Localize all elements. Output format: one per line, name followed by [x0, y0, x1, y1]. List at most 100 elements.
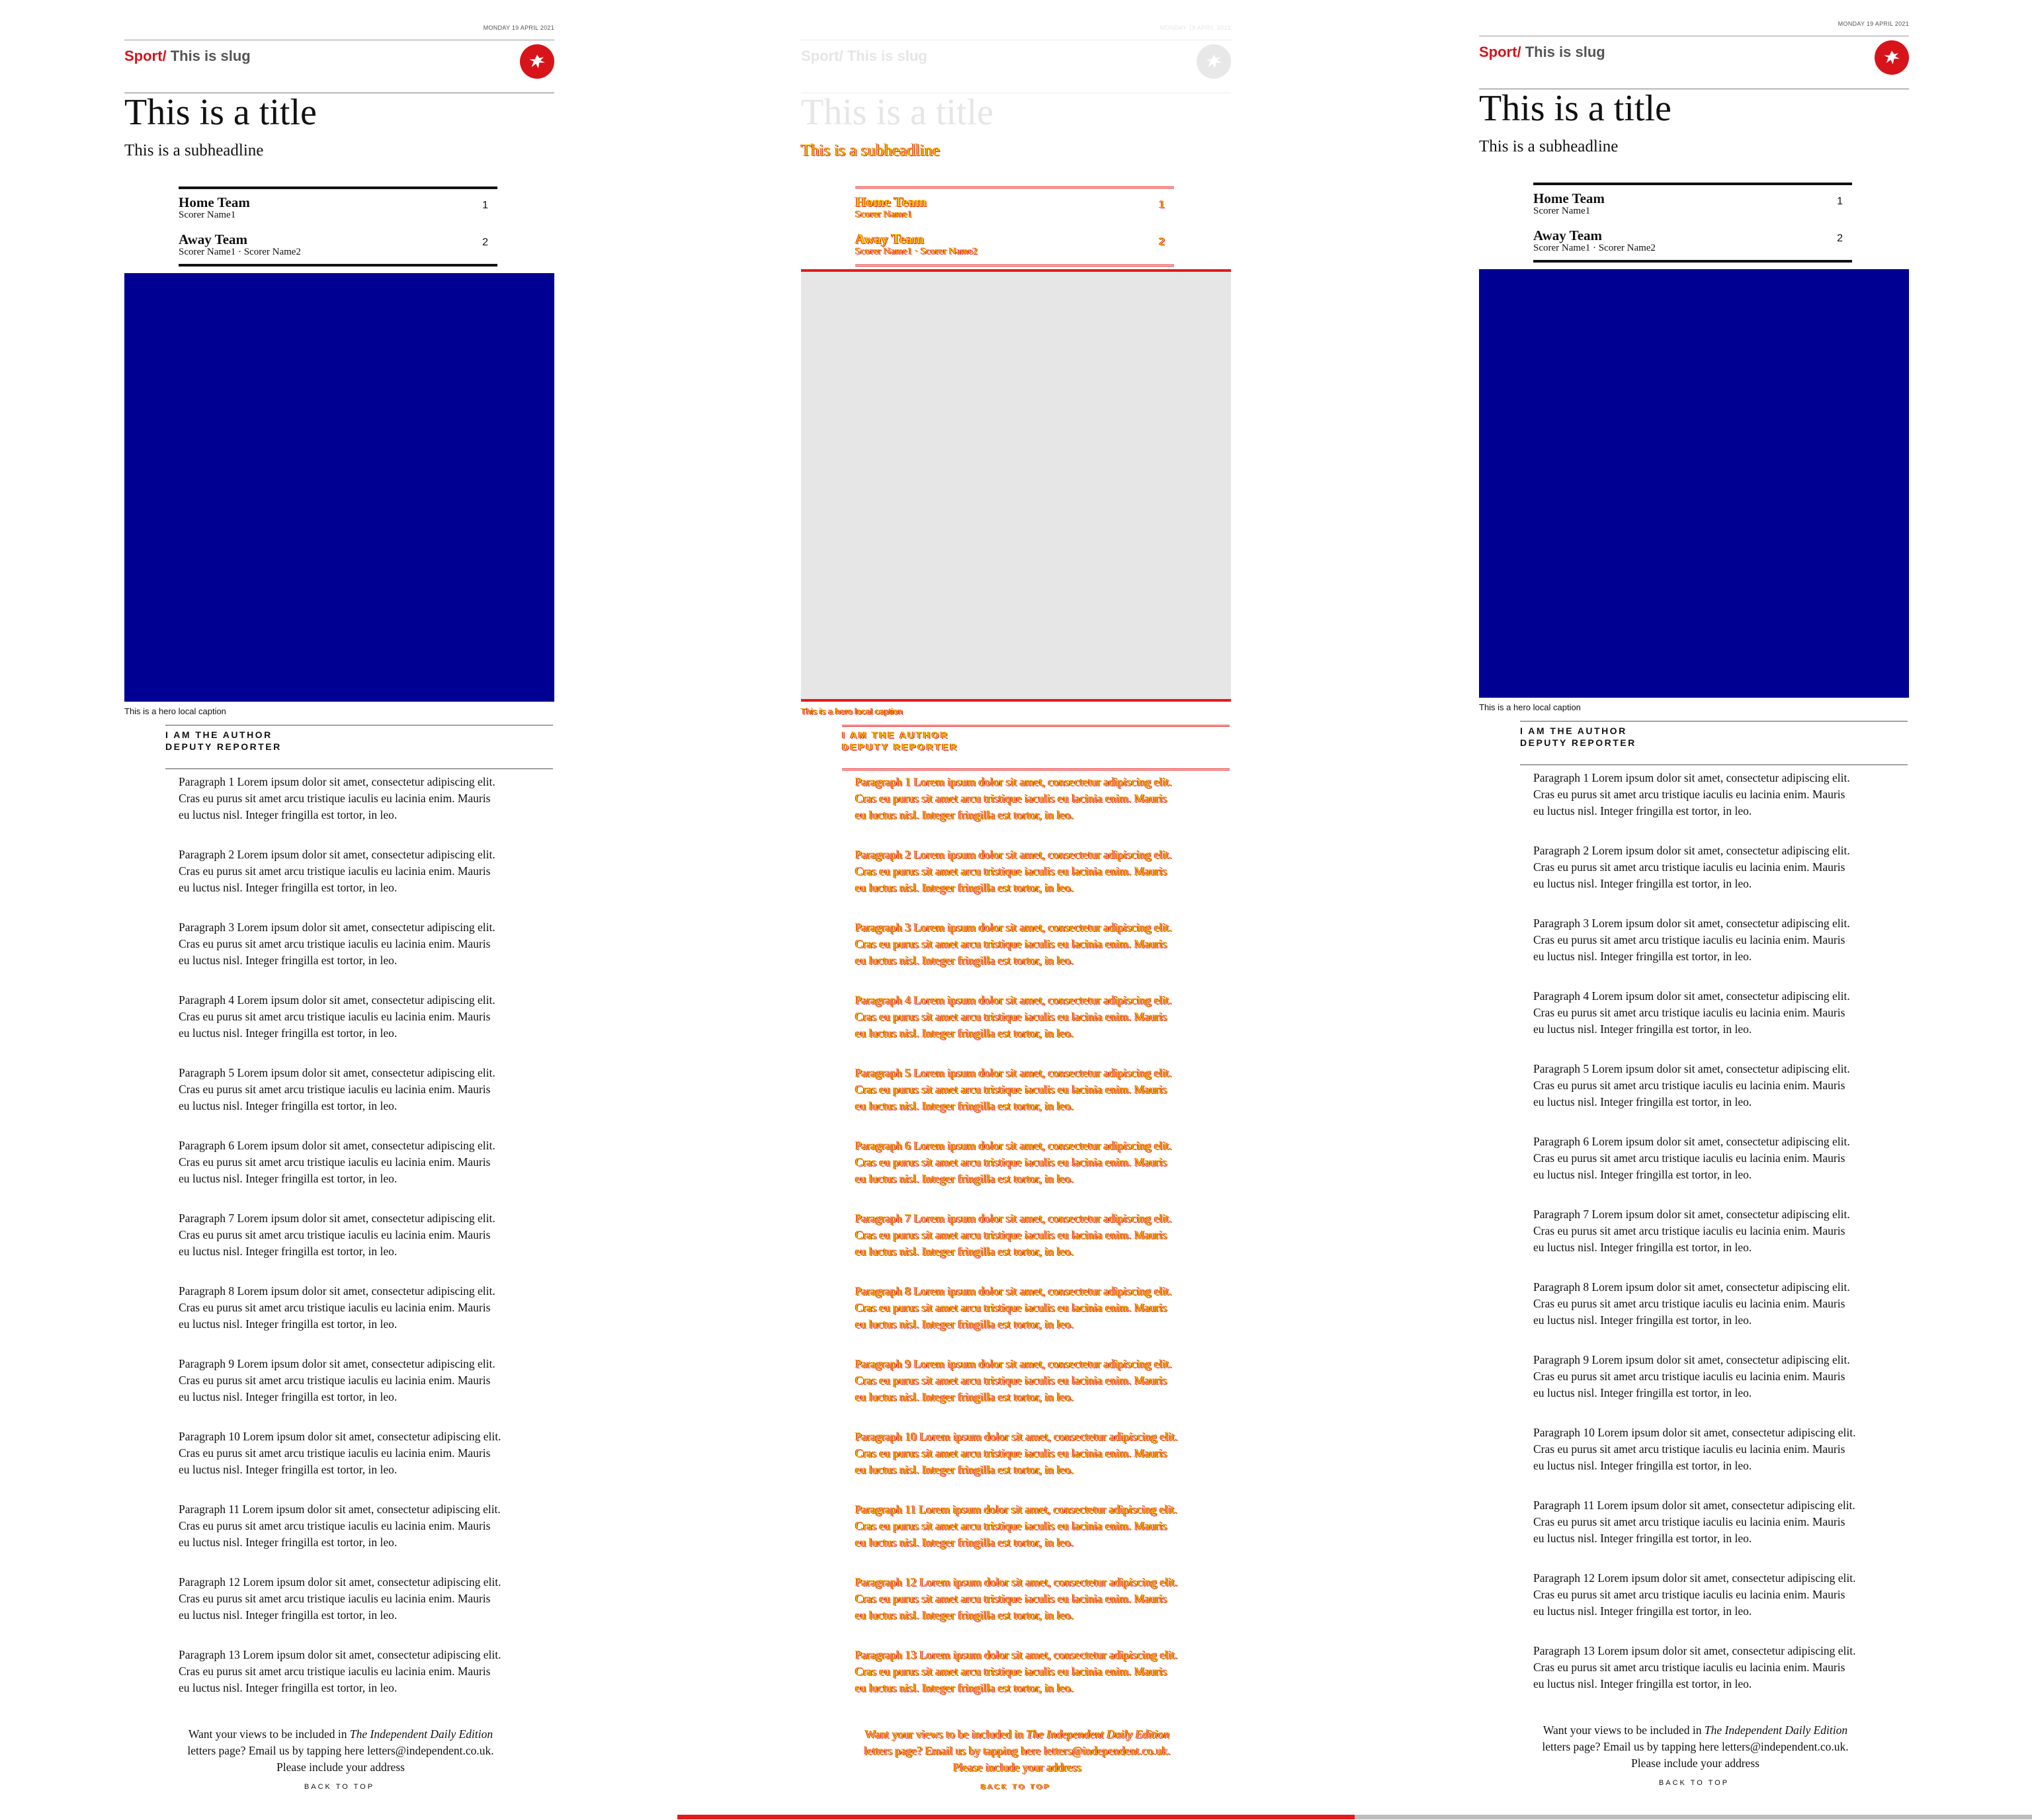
- home-team-name: Home Team: [855, 194, 927, 210]
- subheadline: This is a subheadline: [1479, 138, 1619, 155]
- author-name: I AM THE AUTHOR: [842, 729, 949, 740]
- eagle-logo-icon[interactable]: [1875, 40, 1909, 75]
- letters-promo: Want your views to be included in The In…: [179, 1726, 503, 1776]
- body-paragraph: Paragraph 6 Lorem ipsum dolor sit amet, …: [179, 1139, 495, 1185]
- hero-caption: This is a hero local caption: [801, 706, 903, 716]
- body-paragraph: Paragraph 5 Lorem ipsum dolor sit amet, …: [1533, 1062, 1850, 1108]
- body-paragraph: Paragraph 4 Lorem ipsum dolor sit amet, …: [1533, 989, 1850, 1036]
- page-title: This is a title: [1479, 88, 1672, 129]
- author-divider-top: [1520, 721, 1908, 722]
- progress-bar-track: [1355, 1815, 2032, 1819]
- home-team-row: Home Team Scorer Name1 1: [855, 194, 1174, 220]
- body-paragraph: Paragraph 5 Lorem ipsum dolor sit amet, …: [179, 1066, 495, 1112]
- article-panel-overlay: MONDAY 19 APRIL 2021 Sport/ This is slug…: [801, 0, 1231, 1820]
- away-team-score: 2: [1837, 233, 1843, 244]
- subheadline: This is a subheadline: [124, 142, 264, 159]
- home-team-row: Home Team Scorer Name1 1: [179, 194, 497, 221]
- hero-image[interactable]: [124, 273, 554, 702]
- home-team-score: 1: [482, 200, 488, 211]
- body-paragraph: Paragraph 2 Lorem ipsum dolor sit amet, …: [179, 848, 495, 894]
- page-title: This is a title: [801, 92, 994, 133]
- home-team-score: 1: [1159, 199, 1165, 210]
- scoreboard: Home Team Scorer Name1 1 Away Team Score…: [855, 186, 1174, 267]
- body-paragraph: Paragraph 1 Lorem ipsum dolor sit amet, …: [179, 775, 495, 821]
- article-panel-rendered: MONDAY 19 APRIL 2021 Sport/ This is slug…: [1479, 0, 1909, 1816]
- breadcrumb[interactable]: Sport/ This is slug: [801, 48, 927, 65]
- slug-section[interactable]: Sport: [1479, 44, 1517, 60]
- home-team-scorers: Scorer Name1: [855, 209, 913, 220]
- author-divider-bottom: [842, 768, 1230, 770]
- back-to-top-button[interactable]: BACK TO TOP: [1479, 1779, 1909, 1787]
- slug-section[interactable]: Sport: [124, 48, 162, 64]
- scoreboard: Home Team Scorer Name1 1 Away Team Score…: [1533, 183, 1852, 263]
- body-paragraph: Paragraph 11 Lorem ipsum dolor sit amet,…: [855, 1503, 1177, 1549]
- body-paragraph: Paragraph 13 Lorem ipsum dolor sit amet,…: [179, 1648, 501, 1694]
- author-block: I AM THE AUTHOR DEPUTY REPORTER: [842, 729, 958, 753]
- away-team-row: Away Team Scorer Name1 · Scorer Name2 2: [1533, 227, 1852, 254]
- body-paragraph: Paragraph 3 Lorem ipsum dolor sit amet, …: [855, 921, 1172, 967]
- body-paragraph: Paragraph 4 Lorem ipsum dolor sit amet, …: [179, 993, 495, 1040]
- back-to-top-button[interactable]: BACK TO TOP: [801, 1783, 1231, 1791]
- body-paragraph: Paragraph 10 Lorem ipsum dolor sit amet,…: [179, 1430, 501, 1476]
- body-paragraph: Paragraph 2 Lorem ipsum dolor sit amet, …: [1533, 844, 1850, 890]
- body-paragraph: Paragraph 10 Lorem ipsum dolor sit amet,…: [855, 1430, 1178, 1476]
- body-paragraph: Paragraph 11 Lorem ipsum dolor sit amet,…: [179, 1503, 501, 1549]
- author-block: I AM THE AUTHOR DEPUTY REPORTER: [165, 729, 282, 753]
- letters-email-link[interactable]: letters page? Email us by tapping here l…: [1542, 1740, 1848, 1770]
- author-divider-top: [842, 725, 1230, 727]
- hero-caption: This is a hero local caption: [124, 706, 226, 716]
- letters-publication: The Independent Daily Edition: [349, 1727, 493, 1741]
- author-divider-bottom: [165, 768, 553, 769]
- body-paragraph: Paragraph 10 Lorem ipsum dolor sit amet,…: [1533, 1426, 1856, 1472]
- body-paragraph: Paragraph 12 Lorem ipsum dolor sit amet,…: [1533, 1571, 1856, 1618]
- letters-text-before: Want your views to be included in: [1543, 1723, 1705, 1737]
- slug-section[interactable]: Sport: [801, 48, 839, 64]
- home-team-name: Home Team: [179, 194, 250, 210]
- eagle-icon: [1206, 54, 1222, 69]
- away-team-row: Away Team Scorer Name1 · Scorer Name2 2: [179, 231, 497, 258]
- body-paragraph: Paragraph 7 Lorem ipsum dolor sit amet, …: [179, 1212, 495, 1258]
- body-paragraph: Paragraph 5 Lorem ipsum dolor sit amet, …: [855, 1066, 1172, 1112]
- eagle-logo-icon[interactable]: [1197, 44, 1231, 79]
- letters-publication: The Independent Daily Edition: [1026, 1727, 1170, 1741]
- away-team-scorers: Scorer Name1 · Scorer Name2: [1533, 243, 1656, 253]
- letters-text-before: Want your views to be included in: [188, 1727, 350, 1741]
- body-paragraph: Paragraph 9 Lorem ipsum dolor sit amet, …: [179, 1357, 495, 1403]
- breadcrumb[interactable]: Sport/ This is slug: [1479, 44, 1605, 61]
- body-paragraph: Paragraph 13 Lorem ipsum dolor sit amet,…: [855, 1648, 1178, 1694]
- away-team-name: Away Team: [855, 231, 925, 247]
- back-to-top-button[interactable]: BACK TO TOP: [124, 1783, 554, 1791]
- hero-image[interactable]: [801, 269, 1231, 702]
- article-body: Paragraph 1 Lorem ipsum dolor sit amet, …: [179, 774, 503, 1719]
- away-team-name: Away Team: [179, 231, 248, 247]
- away-team-score: 2: [482, 237, 488, 248]
- away-team-scorers: Scorer Name1 · Scorer Name2: [855, 246, 978, 257]
- body-paragraph: Paragraph 9 Lorem ipsum dolor sit amet, …: [1533, 1353, 1850, 1399]
- letters-email-link[interactable]: letters page? Email us by tapping here l…: [187, 1744, 493, 1774]
- away-team-row: Away Team Scorer Name1 · Scorer Name2 2: [855, 231, 1174, 257]
- body-paragraph: Paragraph 11 Lorem ipsum dolor sit amet,…: [1533, 1499, 1855, 1545]
- letters-promo: Want your views to be included in The In…: [1533, 1722, 1857, 1772]
- edition-date: MONDAY 19 APRIL 2021: [1160, 24, 1231, 31]
- eagle-icon: [1884, 50, 1900, 65]
- eagle-logo-icon[interactable]: [520, 44, 554, 79]
- author-role: DEPUTY REPORTER: [1520, 737, 1636, 748]
- subheadline: This is a subheadline: [801, 142, 941, 159]
- body-paragraph: Paragraph 8 Lorem ipsum dolor sit amet, …: [179, 1284, 495, 1331]
- author-block: I AM THE AUTHOR DEPUTY REPORTER: [1520, 725, 1636, 749]
- body-paragraph: Paragraph 9 Lorem ipsum dolor sit amet, …: [855, 1357, 1172, 1403]
- home-team-scorers: Scorer Name1: [1533, 206, 1591, 216]
- hero-image[interactable]: [1479, 269, 1909, 698]
- body-paragraph: Paragraph 8 Lorem ipsum dolor sit amet, …: [1533, 1280, 1850, 1327]
- hero-caption: This is a hero local caption: [1479, 702, 1581, 712]
- letters-publication: The Independent Daily Edition: [1704, 1723, 1848, 1737]
- slug-text: This is slug: [1521, 44, 1605, 60]
- scoreboard: Home Team Scorer Name1 1 Away Team Score…: [179, 186, 497, 267]
- body-paragraph: Paragraph 1 Lorem ipsum dolor sit amet, …: [1533, 771, 1850, 817]
- letters-email-link[interactable]: letters page? Email us by tapping here l…: [864, 1744, 1170, 1774]
- breadcrumb[interactable]: Sport/ This is slug: [124, 48, 251, 65]
- page-title: This is a title: [124, 92, 317, 133]
- slug-text: This is slug: [166, 48, 251, 64]
- home-team-name: Home Team: [1533, 190, 1605, 206]
- eagle-icon: [529, 54, 545, 69]
